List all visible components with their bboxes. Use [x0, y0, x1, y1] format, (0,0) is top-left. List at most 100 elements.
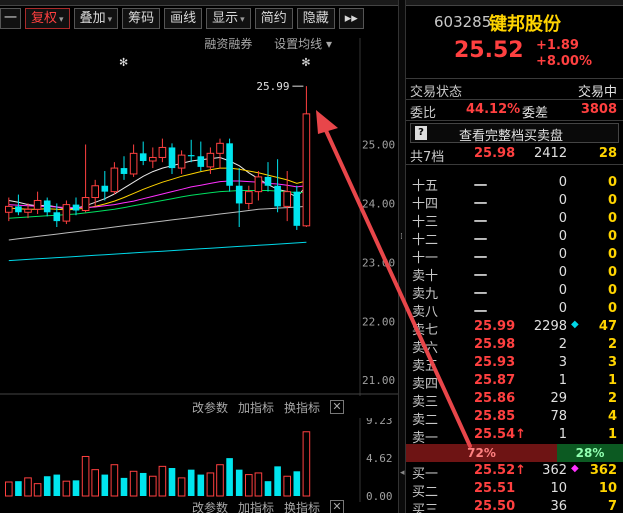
bids-row[interactable]: 买二 25.51 10 10: [406, 480, 623, 500]
candle[interactable]: [226, 138, 233, 192]
volume-bar[interactable]: [187, 469, 195, 496]
volume-bar[interactable]: [139, 472, 147, 496]
asks-row[interactable]: 卖八一 0 0: [406, 300, 623, 320]
volume-bar[interactable]: [206, 472, 215, 497]
volume-bar[interactable]: [177, 477, 186, 497]
candle[interactable]: [187, 139, 195, 163]
volume-bar[interactable]: [235, 469, 243, 496]
candle[interactable]: [197, 141, 205, 172]
candle[interactable]: [235, 168, 243, 227]
asks-row[interactable]: 卖二 25.85 78 4: [406, 408, 623, 428]
candle[interactable]: [168, 143, 176, 174]
level-count: 1: [607, 427, 617, 442]
asks-row[interactable]: 卖五 25.93 3 3: [406, 354, 623, 374]
asks-row[interactable]: 卖四 25.87 1 1: [406, 372, 623, 392]
volume-bar[interactable]: [33, 483, 42, 497]
volume-bar[interactable]: [245, 474, 253, 497]
splitter-arrow-icon[interactable]: ◂: [400, 468, 405, 478]
splitter-grip-icon[interactable]: ⁞: [400, 232, 403, 242]
asks-row[interactable]: 卖三 25.86 29 2: [406, 390, 623, 410]
volume-bar[interactable]: [149, 475, 157, 497]
volume-bar[interactable]: [197, 474, 205, 496]
event-mark-icon[interactable]: ✻: [301, 56, 310, 69]
volume-bar[interactable]: [283, 475, 291, 497]
candle[interactable]: [283, 171, 291, 222]
candle[interactable]: [33, 191, 42, 215]
volume-bar[interactable]: [129, 470, 138, 497]
volpanel2-button-2[interactable]: 换指标: [284, 499, 320, 513]
volume-bar[interactable]: [62, 480, 71, 497]
asks-row[interactable]: 卖七 25.99 2298 ◆ 47: [406, 318, 623, 338]
candle[interactable]: [43, 197, 51, 217]
bids-row[interactable]: 买一 25.52↑ 362 ◆ 362: [406, 462, 623, 482]
event-mark-icon[interactable]: ✻: [119, 56, 128, 69]
asks-row[interactable]: 十五一 0 0: [406, 174, 623, 194]
candle[interactable]: [62, 200, 71, 225]
view-full-book-button[interactable]: ? 查看完整档买卖盘: [410, 123, 619, 144]
candle[interactable]: [120, 156, 128, 180]
candle[interactable]: [129, 144, 138, 177]
candle[interactable]: [91, 179, 100, 207]
volume-bar[interactable]: [43, 476, 51, 496]
volpanel-button-2[interactable]: 换指标: [284, 399, 320, 416]
volume-bar[interactable]: [53, 474, 61, 496]
stock-name[interactable]: 键邦股份: [489, 10, 561, 36]
volume-bar[interactable]: [254, 472, 263, 497]
candle[interactable]: [254, 171, 263, 201]
candle[interactable]: [110, 162, 119, 195]
candlestick-chart[interactable]: 25.00 24.00 23.00 22.00 21.00 25.99 ✻ ✻: [0, 0, 398, 396]
volume-bar[interactable]: [101, 474, 109, 496]
asks-row[interactable]: 十四一 0 0: [406, 192, 623, 212]
asks-row[interactable]: 卖六 25.98 2 2: [406, 336, 623, 356]
help-icon: ?: [415, 126, 427, 140]
volume-bar[interactable]: [110, 464, 119, 497]
close-icon[interactable]: ✕: [330, 500, 344, 513]
volume-bar[interactable]: [216, 464, 224, 497]
candle[interactable]: [274, 159, 281, 213]
volume-bar[interactable]: [15, 481, 22, 496]
volpanel2-button-1[interactable]: 加指标: [238, 499, 274, 513]
candle[interactable]: [293, 185, 301, 230]
volpanel-button-0[interactable]: 改参数: [192, 399, 228, 416]
asks-row[interactable]: 十一一 0 0: [406, 246, 623, 266]
candle[interactable]: [264, 162, 272, 192]
bids-row[interactable]: 买三 25.50 36 7: [406, 498, 623, 513]
candle[interactable]: [177, 150, 186, 174]
candle[interactable]: [245, 185, 253, 210]
candle[interactable]: [158, 138, 167, 163]
candle[interactable]: [81, 144, 90, 213]
chart-pane: 一复权 ▾ 叠加 ▾ 筹码 画线 显示 ▾ 简约 隐藏 ▸▸ 融资融券 设置均线 ▾ 25.00 24…: [0, 0, 398, 513]
volume-bar[interactable]: [264, 481, 272, 496]
volume-bar[interactable]: [81, 455, 90, 497]
candle[interactable]: [139, 141, 147, 166]
volume-bar[interactable]: [158, 465, 167, 497]
volpanel-button-1[interactable]: 加指标: [238, 399, 274, 416]
level-volume: 0: [558, 229, 567, 244]
volume-chart[interactable]: 9.23 4.62 0.00: [0, 418, 398, 502]
volume-bar[interactable]: [302, 431, 311, 497]
candle[interactable]: [101, 171, 109, 201]
candle[interactable]: [149, 147, 157, 169]
volume-bar[interactable]: [226, 458, 233, 496]
asks-row[interactable]: 卖一 25.54↑ 1 1: [406, 426, 623, 446]
volume-bar[interactable]: [91, 469, 100, 497]
volume-bar[interactable]: [5, 481, 13, 497]
candle[interactable]: [72, 197, 80, 216]
asks-row[interactable]: 十二一 0 0: [406, 228, 623, 248]
close-icon[interactable]: ✕: [330, 400, 344, 414]
asks-row[interactable]: 卖九一 0 0: [406, 282, 623, 302]
volume-bar[interactable]: [120, 477, 128, 496]
ma-line-4: [8, 205, 307, 241]
candle[interactable]: [302, 86, 311, 227]
pane-splitter[interactable]: ⁞ ◂: [398, 0, 406, 513]
volume-bar[interactable]: [24, 477, 32, 497]
asks-row[interactable]: 卖十一 0 0: [406, 264, 623, 284]
candle-body: [158, 146, 167, 158]
volpanel2-button-0[interactable]: 改参数: [192, 499, 228, 513]
volume-bar[interactable]: [274, 466, 281, 496]
candle[interactable]: [216, 138, 224, 169]
asks-row[interactable]: 十三一 0 0: [406, 210, 623, 230]
volume-bar[interactable]: [293, 471, 301, 496]
volume-bar[interactable]: [72, 480, 80, 496]
volume-bar[interactable]: [168, 468, 176, 496]
